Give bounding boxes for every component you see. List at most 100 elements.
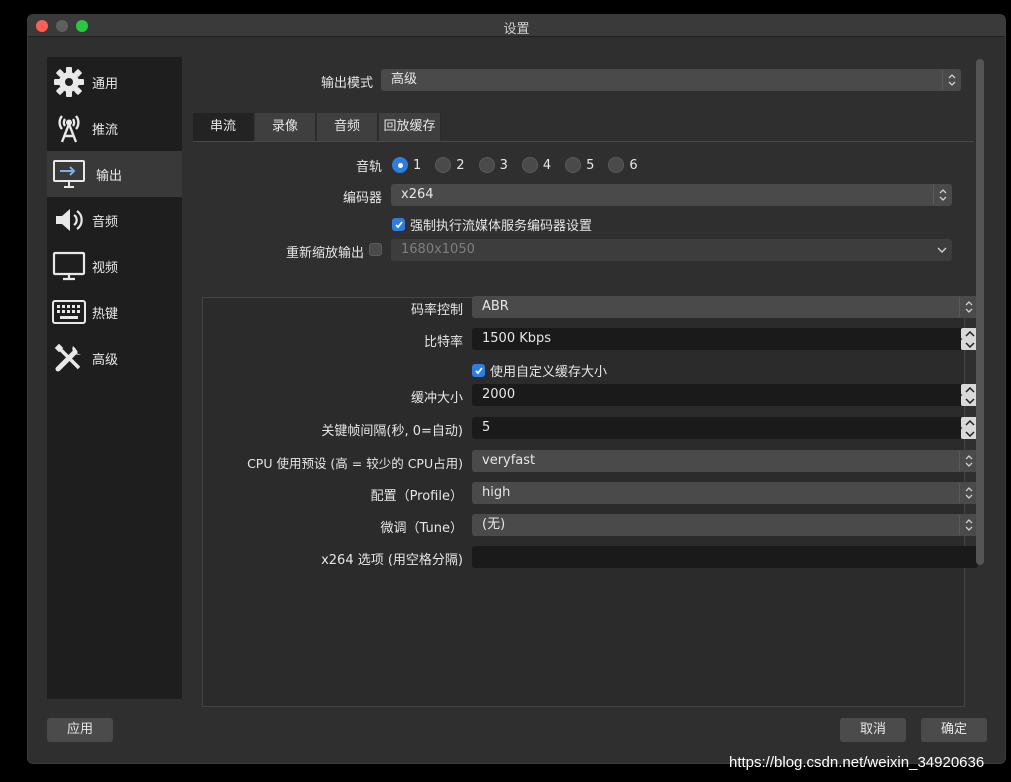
radio-label: 4 xyxy=(542,157,552,173)
tab-audio[interactable]: 音频 xyxy=(317,113,378,141)
cancel-button[interactable]: 取消 xyxy=(840,718,906,742)
buffer-size-value: 2000 xyxy=(482,387,516,402)
audio-track-radio-4[interactable]: 4 xyxy=(521,157,552,173)
radio-label: 2 xyxy=(456,157,465,173)
tune-select[interactable]: (无) xyxy=(472,514,978,536)
monitor-icon xyxy=(52,249,86,283)
audio-track-radio-group: 1 2 3 4 5 6 xyxy=(392,157,652,173)
checkmark-icon xyxy=(472,364,485,377)
speaker-icon xyxy=(52,203,86,237)
checkbox-empty-icon xyxy=(369,243,382,256)
sidebar-item-hotkeys[interactable]: 热键 xyxy=(47,289,182,335)
sidebar-item-label: 音频 xyxy=(92,214,119,230)
bitrate-value: 1500 Kbps xyxy=(482,331,552,346)
tab-streaming[interactable]: 串流 xyxy=(193,113,254,141)
sidebar-item-audio[interactable]: 音频 xyxy=(47,197,182,243)
audio-track-radio-1[interactable]: 1 xyxy=(392,157,421,173)
buffer-size-label: 缓冲大小 xyxy=(410,391,463,406)
title-bar: 设置 xyxy=(28,15,1005,37)
audio-track-radio-5[interactable]: 5 xyxy=(565,157,594,173)
tools-icon xyxy=(52,341,86,375)
radio-label: 6 xyxy=(629,157,638,173)
tab-replay-buffer[interactable]: 回放缓存 xyxy=(379,113,441,141)
tab-recording[interactable]: 录像 xyxy=(255,113,316,141)
cpu-preset-label: CPU 使用预设 (高 = 较少的 CPU占用) xyxy=(247,456,463,471)
rescale-resolution-select[interactable]: 1680x1050 xyxy=(391,239,952,261)
vertical-scrollbar[interactable] xyxy=(976,59,984,565)
checkbox-label: 强制执行流媒体服务编码器设置 xyxy=(410,219,593,234)
rate-control-label: 码率控制 xyxy=(410,303,463,318)
chevron-down-icon xyxy=(933,240,951,260)
profile-select[interactable]: high xyxy=(472,482,978,504)
audio-track-radio-3[interactable]: 3 xyxy=(478,157,508,173)
tune-value: (无) xyxy=(482,517,506,532)
checkmark-icon xyxy=(392,218,405,231)
encoder-value: x264 xyxy=(401,187,434,202)
chevron-updown-icon xyxy=(933,185,951,205)
apply-button[interactable]: 应用 xyxy=(47,718,113,742)
sidebar-item-video[interactable]: 视频 xyxy=(47,243,182,289)
antenna-icon xyxy=(52,111,86,145)
radio-indicator xyxy=(565,157,582,173)
keyframe-interval-spinbox[interactable]: 5 xyxy=(472,417,978,439)
radio-indicator xyxy=(478,157,495,173)
chevron-updown-icon xyxy=(942,70,960,90)
audio-track-label: 音轨 xyxy=(355,160,382,175)
output-settings-panel: 输出模式 高级 串流 录像 音频 回放缓存 音轨 1 2 3 4 5 6 编码器… xyxy=(193,57,978,707)
output-mode-select[interactable]: 高级 xyxy=(381,69,961,91)
sidebar-item-label: 推流 xyxy=(92,122,119,138)
settings-sidebar: 通用 推流 输出 音频 视频 热键 高级 xyxy=(47,57,182,699)
rate-control-value: ABR xyxy=(482,299,509,314)
checkbox-label: 使用自定义缓存大小 xyxy=(490,365,608,380)
chevron-updown-icon xyxy=(959,297,977,317)
chevron-updown-icon xyxy=(959,451,977,471)
profile-value: high xyxy=(482,485,511,500)
x264-options-label: x264 选项 (用空格分隔) xyxy=(321,553,463,568)
profile-label: 配置（Profile） xyxy=(370,489,463,504)
chevron-updown-icon xyxy=(959,483,977,503)
keyframe-interval-value: 5 xyxy=(482,420,491,435)
radio-label: 1 xyxy=(413,157,422,173)
rescale-label: 重新缩放输出 xyxy=(285,246,364,261)
enforce-encoder-checkbox[interactable]: 强制执行流媒体服务编码器设置 xyxy=(392,215,592,234)
output-mode-value: 高级 xyxy=(391,72,418,87)
x264-options-input[interactable] xyxy=(472,546,978,568)
rescale-checkbox[interactable] xyxy=(369,243,382,256)
rate-control-select[interactable]: ABR xyxy=(472,296,978,318)
ok-button[interactable]: 确定 xyxy=(921,718,987,742)
cpu-preset-value: veryfast xyxy=(482,453,536,468)
sidebar-item-general[interactable]: 通用 xyxy=(47,59,182,105)
chevron-updown-icon xyxy=(959,515,977,535)
watermark-text: https://blog.csdn.net/weixin_34920636 xyxy=(729,754,985,771)
sidebar-item-label: 通用 xyxy=(92,76,119,92)
sidebar-item-label: 输出 xyxy=(96,168,123,184)
custom-buffer-checkbox[interactable]: 使用自定义缓存大小 xyxy=(472,361,607,380)
audio-track-radio-6[interactable]: 6 xyxy=(608,157,638,173)
radio-indicator xyxy=(435,157,452,173)
radio-indicator xyxy=(392,157,408,173)
radio-indicator xyxy=(608,157,625,173)
sidebar-item-label: 视频 xyxy=(92,260,119,276)
rescale-value: 1680x1050 xyxy=(401,242,475,257)
bitrate-spinbox[interactable]: 1500 Kbps xyxy=(472,328,978,350)
audio-track-radio-2[interactable]: 2 xyxy=(435,157,465,173)
settings-window: 设置 通用 推流 输出 音频 视频 热键 高级 输出模式 高级 串流 录像 音频… xyxy=(27,14,1006,764)
cpu-preset-select[interactable]: veryfast xyxy=(472,450,978,472)
sidebar-item-label: 高级 xyxy=(92,352,119,368)
gear-icon xyxy=(52,65,86,99)
tune-label: 微调（Tune） xyxy=(380,521,463,536)
radio-label: 3 xyxy=(499,157,508,173)
radio-label: 5 xyxy=(586,157,595,173)
sidebar-item-output[interactable]: 输出 xyxy=(47,151,182,197)
sidebar-item-label: 热键 xyxy=(92,306,119,322)
bitrate-label: 比特率 xyxy=(423,335,463,350)
monitor-output-icon xyxy=(52,157,86,191)
encoder-select[interactable]: x264 xyxy=(391,184,952,206)
buffer-size-spinbox[interactable]: 2000 xyxy=(472,384,978,406)
output-mode-label: 输出模式 xyxy=(320,76,373,91)
sidebar-item-advanced[interactable]: 高级 xyxy=(47,335,182,381)
keyboard-icon xyxy=(52,295,86,329)
sidebar-item-stream[interactable]: 推流 xyxy=(47,105,182,151)
keyframe-interval-label: 关键帧间隔(秒, 0=自动) xyxy=(321,424,463,439)
tab-divider xyxy=(193,141,973,142)
